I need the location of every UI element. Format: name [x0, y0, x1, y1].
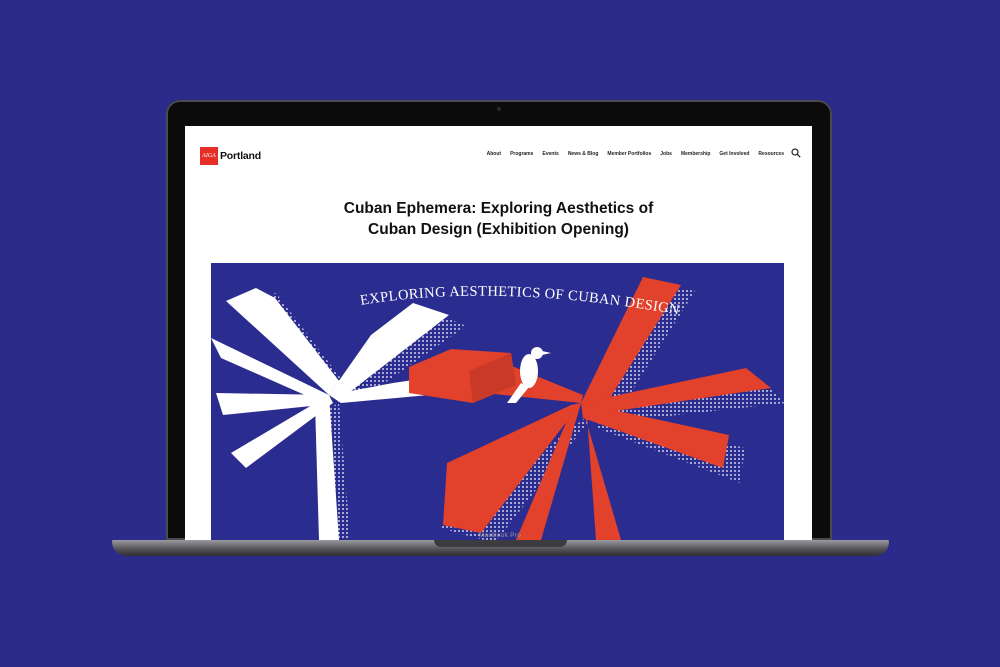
nav-item-resources[interactable]: Resources [758, 151, 784, 157]
device-model-label: MacBook Pro [478, 532, 522, 539]
search-icon[interactable] [791, 148, 801, 158]
nav-item-programs[interactable]: Programs [510, 151, 533, 157]
browser-screen: AIGA Portland About Programs Events News… [185, 126, 812, 540]
laptop-lid: AIGA Portland About Programs Events News… [166, 100, 832, 540]
laptop-base [112, 540, 889, 556]
hero-image: EXPLORING AESTHETICS OF CUBAN DESIGN [211, 263, 784, 540]
nav-item-events[interactable]: Events [542, 151, 558, 157]
page-title: Cuban Ephemera: Exploring Aesthetics of … [185, 198, 812, 240]
site-header: AIGA Portland About Programs Events News… [185, 126, 812, 184]
page-title-line-2: Cuban Design (Exhibition Opening) [368, 221, 629, 238]
site-logo[interactable]: AIGA Portland [200, 147, 261, 165]
camera-icon [497, 107, 501, 111]
page-title-line-1: Cuban Ephemera: Exploring Aesthetics of [343, 200, 654, 217]
nav-item-news-blog[interactable]: News & Blog [568, 151, 599, 157]
aiga-logo-mark: AIGA [200, 147, 218, 165]
logo-chapter-name: Portland [220, 150, 261, 162]
nav-item-membership[interactable]: Membership [681, 151, 710, 157]
nav-item-about[interactable]: About [487, 151, 501, 157]
nav-item-jobs[interactable]: Jobs [660, 151, 672, 157]
main-nav: About Programs Events News & Blog Member… [487, 151, 784, 157]
nav-item-get-involved[interactable]: Get Involved [719, 151, 749, 157]
laptop-notch [434, 540, 567, 547]
hero-artwork: EXPLORING AESTHETICS OF CUBAN DESIGN [211, 263, 784, 540]
nav-item-member-portfolios[interactable]: Member Portfolios [607, 151, 651, 157]
